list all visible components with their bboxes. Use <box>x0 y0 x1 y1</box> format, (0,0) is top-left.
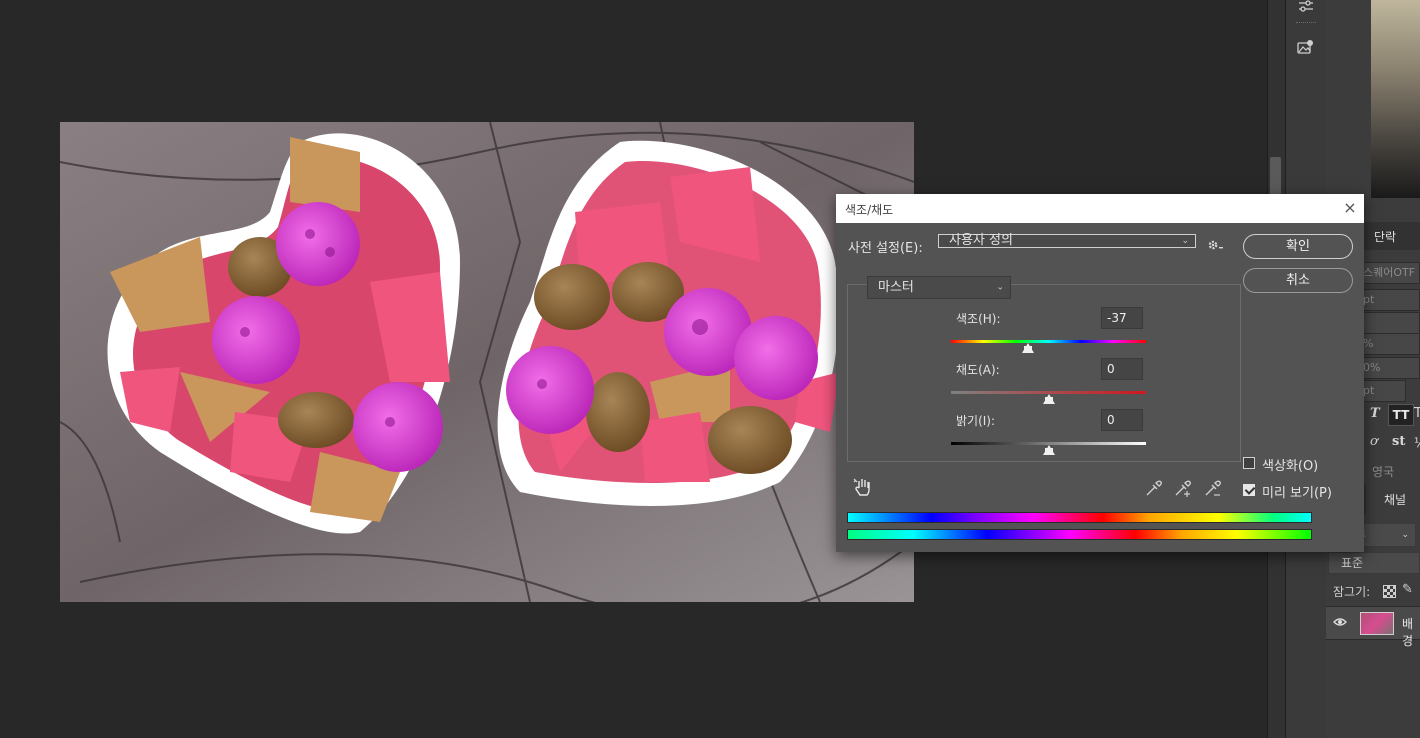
hand-icon[interactable] <box>853 477 873 497</box>
all-caps-button[interactable]: TT <box>1388 404 1414 426</box>
saturation-label: 채도(A): <box>956 363 1000 377</box>
stylistic-button[interactable]: st <box>1392 434 1405 449</box>
eyedropper-plus-icon[interactable] <box>1172 477 1194 499</box>
cancel-button[interactable]: 취소 <box>1243 268 1353 293</box>
input-spectrum-bar <box>847 512 1312 523</box>
layer-name[interactable]: 배경 <box>1402 615 1420 649</box>
italic-button[interactable]: T <box>1370 406 1380 421</box>
layer-thumbnail <box>1360 612 1394 635</box>
sliders-icon[interactable] <box>1291 0 1321 22</box>
hue-label: 색조(H): <box>956 312 1001 326</box>
close-icon[interactable]: × <box>1341 199 1359 217</box>
dialog-title: 색조/채도 <box>845 203 894 217</box>
blend-mode-select[interactable]: 표준 <box>1328 552 1420 574</box>
eyedropper-minus-icon[interactable] <box>1202 477 1224 499</box>
tracking-field[interactable]: % <box>1356 333 1420 355</box>
channel-value: 마스터 <box>878 280 914 295</box>
tab-paragraph[interactable]: 단락 <box>1374 228 1396 245</box>
eye-icon[interactable] <box>1333 616 1347 631</box>
saturation-slider-thumb[interactable] <box>1042 394 1055 404</box>
lock-pixels-icon[interactable]: ✎ <box>1402 582 1413 597</box>
lock-label: 잠그기: <box>1333 585 1371 599</box>
lightness-slider-thumb[interactable] <box>1042 445 1055 455</box>
small-caps-button[interactable]: T <box>1414 406 1420 421</box>
output-spectrum-bar <box>847 529 1312 540</box>
channel-select[interactable]: 마스터 ⌄ <box>867 276 1011 299</box>
preset-select[interactable]: 사용자 정의 ⌄ <box>938 234 1196 248</box>
ligature-button[interactable]: ơ <box>1370 434 1378 449</box>
font-family-field[interactable]: 스퀘어OTF <box>1356 262 1420 284</box>
saturation-input[interactable]: 0 <box>1101 358 1143 380</box>
lightness-label: 밝기(I): <box>956 414 996 428</box>
adjustment-group: 마스터 ⌄ 색조(H): -37 채도(A): 0 밝기(I): 0 <box>847 276 1241 462</box>
hue-input[interactable]: -37 <box>1101 307 1143 329</box>
chevron-down-icon: ⌄ <box>996 282 1004 292</box>
canvas-image <box>60 122 914 602</box>
preset-value: 사용자 정의 <box>949 233 1013 248</box>
color-picker-field[interactable] <box>1371 0 1420 198</box>
preview-label[interactable]: 미리 보기(P) <box>1262 482 1332 501</box>
ok-button[interactable]: 확인 <box>1243 234 1353 259</box>
colorize-checkbox[interactable] <box>1243 457 1255 469</box>
tab-channels[interactable]: 채널 <box>1384 491 1406 508</box>
leading-field[interactable] <box>1356 312 1420 334</box>
lock-transparency-icon[interactable] <box>1383 585 1396 598</box>
language-field[interactable]: 영국 <box>1372 463 1394 480</box>
font-size-field[interactable]: pt <box>1356 289 1420 311</box>
eyedropper-icon[interactable] <box>1143 477 1165 499</box>
preset-label: 사전 설정(E): <box>848 241 923 256</box>
vertical-scale-field[interactable]: 0% <box>1356 357 1420 379</box>
dialog-titlebar[interactable]: 색조/채도 × <box>836 194 1364 223</box>
scrollbar-thumb[interactable] <box>1270 157 1281 197</box>
strip-divider <box>1296 22 1316 24</box>
layer-row-background[interactable]: 배경 <box>1326 606 1420 648</box>
lightness-input[interactable]: 0 <box>1101 409 1143 431</box>
hue-slider-thumb[interactable] <box>1022 343 1035 353</box>
colorize-label[interactable]: 색상화(O) <box>1262 455 1318 474</box>
fraction-button[interactable]: ½ <box>1414 436 1420 451</box>
preview-checkbox[interactable] <box>1243 484 1255 496</box>
image-library-icon[interactable] <box>1291 32 1321 62</box>
chevron-down-icon: ⌄ <box>1181 236 1189 246</box>
gear-icon[interactable] <box>1207 238 1225 256</box>
hue-saturation-dialog: 색조/채도 × 사전 설정(E): 사용자 정의 ⌄ 확인 취소 마스터 ⌄ 색조(… <box>836 194 1364 552</box>
hue-slider-track[interactable] <box>951 340 1146 343</box>
